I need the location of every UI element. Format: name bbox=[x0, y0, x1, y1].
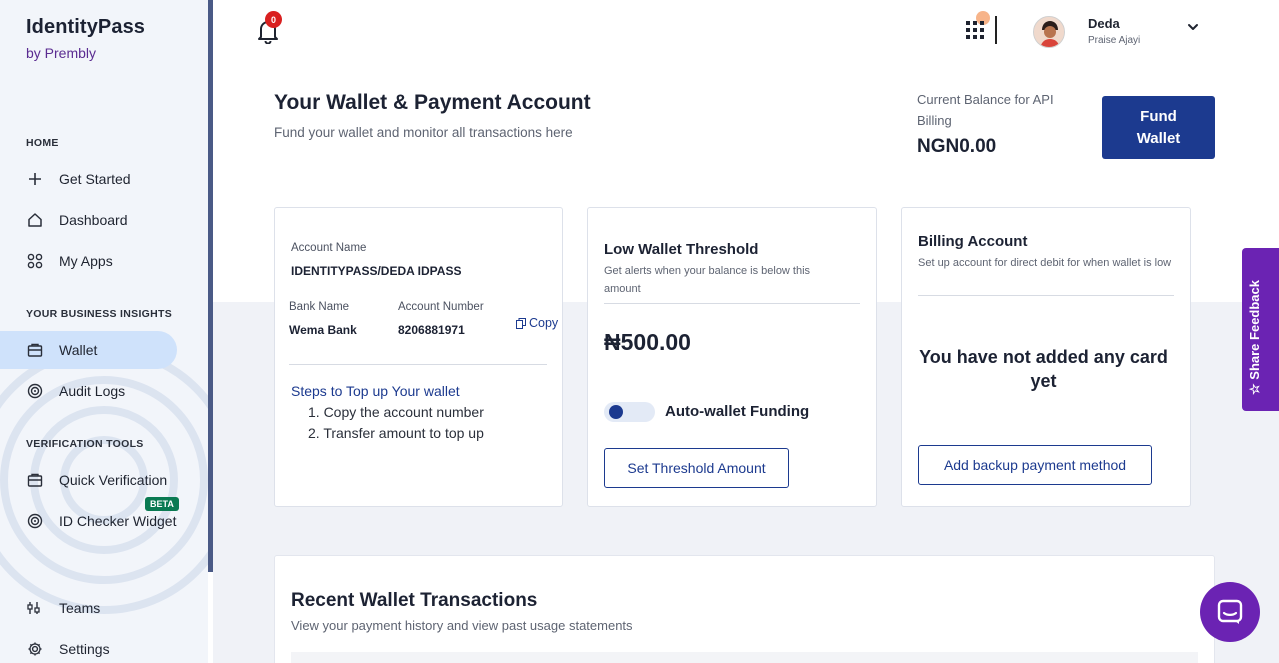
beta-badge: BETA bbox=[145, 497, 179, 511]
billing-card: Billing Account Set up account for direc… bbox=[901, 207, 1191, 507]
brand-name: IdentityPass bbox=[26, 16, 146, 38]
brand: IdentityPass by Prembly bbox=[26, 16, 145, 61]
sidebar-item-label: Audit Logs bbox=[59, 383, 126, 399]
steps-title: Steps to Top up Your wallet bbox=[291, 383, 460, 399]
threshold-amount: ₦500.00 bbox=[604, 329, 691, 355]
chat-icon bbox=[1217, 599, 1243, 624]
sidebar-item-audit-logs[interactable]: Audit Logs bbox=[14, 372, 177, 410]
account-number-label: Account Number bbox=[398, 301, 484, 313]
apps-icon bbox=[26, 252, 44, 270]
target-icon bbox=[26, 382, 44, 400]
balance-value: NGN0.00 bbox=[917, 136, 997, 157]
user-name: Deda bbox=[1088, 16, 1120, 31]
section-verification: VERIFICATION TOOLS bbox=[26, 438, 144, 450]
sidebar-item-settings[interactable]: Settings bbox=[14, 630, 177, 663]
balance-label: Current Balance for API Billing bbox=[917, 92, 1054, 128]
sidebar-item-label: Teams bbox=[59, 600, 101, 616]
account-name-value: IDENTITYPASS/DEDA IDPASS bbox=[291, 264, 462, 278]
transactions-table-header bbox=[291, 652, 1198, 663]
home-icon bbox=[26, 211, 44, 229]
apps-grid-icon[interactable] bbox=[966, 21, 984, 39]
sidebar-item-dashboard[interactable]: Dashboard bbox=[14, 201, 177, 239]
step-item: 1. Copy the account number bbox=[308, 404, 484, 420]
divider bbox=[604, 303, 860, 304]
copy-label: Copy bbox=[529, 316, 559, 330]
sidebar-item-label: Wallet bbox=[59, 342, 98, 358]
billing-title: Billing Account bbox=[918, 233, 1028, 250]
account-name-label: Account Name bbox=[291, 242, 367, 254]
auto-funding-label: Auto-wallet Funding bbox=[665, 403, 810, 420]
auto-funding-toggle[interactable] bbox=[604, 402, 655, 422]
copy-button[interactable]: Copy bbox=[516, 316, 558, 330]
feedback-star-icon: ☆ bbox=[1247, 379, 1262, 395]
page-subtitle: Fund your wallet and monitor all transac… bbox=[274, 125, 573, 140]
user-subtitle: Praise Ajayi bbox=[1088, 35, 1141, 46]
copy-icon bbox=[516, 317, 526, 329]
transactions-subtitle: View your payment history and view past … bbox=[291, 618, 633, 633]
brand-by: by Prembly bbox=[26, 45, 97, 61]
sidebar-item-label: ID Checker Widget bbox=[59, 513, 177, 529]
sidebar-item-label: Quick Verification bbox=[59, 472, 168, 488]
sidebar-item-quick-verification[interactable]: Quick Verification bbox=[14, 461, 177, 499]
empty-card-message: You have not added any card yet bbox=[919, 347, 1168, 391]
notification-badge: 0 bbox=[265, 11, 282, 28]
sidebar-item-wallet[interactable]: Wallet bbox=[0, 331, 177, 369]
transactions-title: Recent Wallet Transactions bbox=[291, 590, 538, 611]
divider bbox=[289, 364, 547, 365]
section-home: HOME bbox=[26, 137, 59, 149]
sidebar-item-get-started[interactable]: Get Started bbox=[14, 160, 177, 198]
wallet-icon bbox=[26, 341, 44, 359]
sidebar-item-my-apps[interactable]: My Apps bbox=[14, 242, 177, 280]
sidebar-item-label: Get Started bbox=[59, 171, 131, 187]
bank-name-value: Wema Bank bbox=[289, 323, 357, 337]
section-insights: YOUR BUSINESS INSIGHTS bbox=[26, 308, 173, 320]
page-title: Your Wallet & Payment Account bbox=[274, 91, 591, 114]
fund-wallet-button[interactable]: Fund Wallet bbox=[1102, 96, 1215, 159]
sidebar-item-label: Dashboard bbox=[59, 212, 128, 228]
threshold-description: Get alerts when your balance is below th… bbox=[604, 265, 811, 295]
target-icon bbox=[26, 512, 44, 530]
chat-button[interactable] bbox=[1200, 582, 1260, 642]
account-number-value: 8206881971 bbox=[398, 323, 465, 337]
bank-name-label: Bank Name bbox=[289, 301, 350, 313]
sidebar: IdentityPass by Prembly HOME Get Started… bbox=[0, 0, 208, 663]
step-item: 2. Transfer amount to top up bbox=[308, 425, 484, 441]
threshold-title: Low Wallet Threshold bbox=[604, 241, 759, 258]
avatar[interactable] bbox=[1033, 16, 1065, 48]
feedback-label-text: Share Feedback bbox=[1247, 280, 1262, 380]
sidebar-item-label: Settings bbox=[59, 641, 110, 657]
teams-icon bbox=[26, 599, 44, 617]
add-payment-method-button[interactable]: Add backup payment method bbox=[918, 445, 1152, 485]
threshold-card: Low Wallet Threshold Get alerts when you… bbox=[587, 207, 877, 507]
sidebar-item-label: My Apps bbox=[59, 253, 113, 269]
share-feedback-label: ☆ Share Feedback bbox=[1247, 245, 1263, 395]
set-threshold-button[interactable]: Set Threshold Amount bbox=[604, 448, 789, 488]
sidebar-item-teams[interactable]: Teams bbox=[14, 589, 177, 627]
gear-icon bbox=[26, 640, 44, 658]
transactions-card: Recent Wallet Transactions View your pay… bbox=[274, 555, 1215, 663]
toggle-knob bbox=[609, 405, 623, 419]
chevron-down-icon[interactable] bbox=[1186, 20, 1200, 34]
billing-description: Set up account for direct debit for when… bbox=[918, 257, 1172, 269]
divider bbox=[918, 295, 1174, 296]
plus-icon bbox=[26, 170, 44, 188]
briefcase-icon bbox=[26, 471, 44, 489]
account-card: Account Name IDENTITYPASS/DEDA IDPASS Ba… bbox=[274, 207, 563, 507]
topbar-divider bbox=[995, 16, 997, 44]
